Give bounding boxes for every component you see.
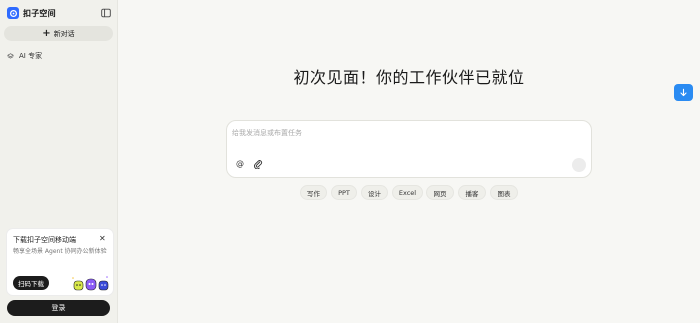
mascot-illustration xyxy=(72,276,109,291)
promo-description: 畅享全场景 Agent 协同办公新体验 xyxy=(13,248,107,255)
login-button[interactable]: 登录 xyxy=(7,300,110,316)
chip-writing[interactable]: 写作 xyxy=(300,185,327,200)
sidebar-toggle-icon[interactable] xyxy=(101,8,111,18)
scan-download-button[interactable]: 扫码下载 xyxy=(13,276,49,290)
message-input[interactable] xyxy=(232,127,572,139)
page-title: 初次见面！你的工作伙伴已就位 xyxy=(293,68,525,87)
promo-title: 下载扣子空间移动端 xyxy=(13,236,76,244)
sidebar-item-label: AI 专家 xyxy=(19,52,43,60)
quick-actions: 写作 PPT 设计 Excel 网页 播客 图表 xyxy=(0,185,700,201)
message-composer: @ xyxy=(226,120,592,178)
sidebar: 扣子空间 + 新对话 AI 专家 下载扣子空间移动端 ✕ 畅享全场景 Agent… xyxy=(0,0,118,323)
chip-design[interactable]: 设计 xyxy=(361,185,388,200)
close-icon[interactable]: ✕ xyxy=(99,234,106,243)
mobile-download-card: 下载扣子空间移动端 ✕ 畅享全场景 Agent 协同办公新体验 扫码下载 xyxy=(7,229,113,295)
logo-icon xyxy=(7,7,19,19)
chip-podcast[interactable]: 播客 xyxy=(458,185,486,200)
at-mention-icon[interactable]: @ xyxy=(235,159,245,169)
new-chat-button[interactable]: + 新对话 xyxy=(4,26,113,41)
chip-webpage[interactable]: 网页 xyxy=(426,185,454,200)
arrow-down-icon xyxy=(680,88,687,97)
new-chat-label: 新对话 xyxy=(53,29,75,38)
chip-chart[interactable]: 图表 xyxy=(490,185,518,200)
chip-excel[interactable]: Excel xyxy=(392,185,423,200)
layers-icon xyxy=(7,52,14,60)
send-button[interactable] xyxy=(572,158,586,172)
sidebar-item-ai-expert[interactable]: AI 专家 xyxy=(7,51,42,61)
chip-ppt[interactable]: PPT xyxy=(331,185,357,200)
scroll-down-button[interactable] xyxy=(674,84,693,101)
brand[interactable]: 扣子空间 xyxy=(7,7,56,19)
plus-icon: + xyxy=(42,27,51,39)
app-name: 扣子空间 xyxy=(23,8,56,18)
attachment-icon[interactable] xyxy=(253,159,263,169)
